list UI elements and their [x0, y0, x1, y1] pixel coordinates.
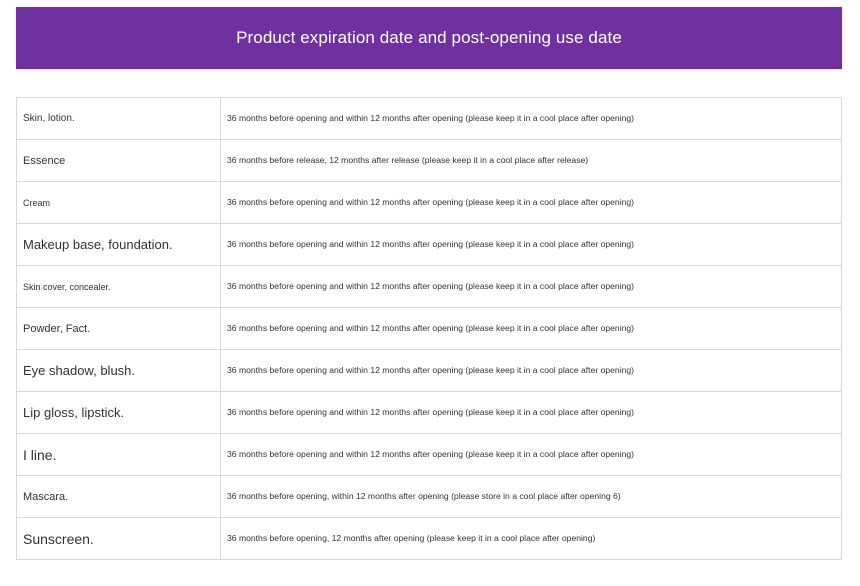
description-text: 36 months before opening and within 12 m… — [227, 197, 635, 207]
category-cell: Makeup base, foundation. — [16, 223, 221, 266]
description-cell: 36 months before opening and within 12 m… — [220, 433, 842, 476]
table-row: Skin, lotion. 36 months before opening a… — [16, 97, 842, 140]
description-cell: 36 months before opening, within 12 mont… — [220, 475, 842, 518]
table-row: Cream 36 months before opening and withi… — [16, 181, 842, 224]
category-cell: Eye shadow, blush. — [16, 349, 221, 392]
description-cell: 36 months before opening and within 12 m… — [220, 223, 842, 266]
description-text: 36 months before opening and within 12 m… — [227, 365, 635, 375]
table-row: Eye shadow, blush. 36 months before open… — [16, 349, 842, 392]
description-text: 36 months before opening, within 12 mont… — [227, 491, 621, 501]
category-cell: Powder, Fact. — [16, 307, 221, 350]
expiration-table-container: Skin, lotion. 36 months before opening a… — [16, 97, 842, 560]
table-row: Makeup base, foundation. 36 months befor… — [16, 223, 842, 266]
description-text: 36 months before opening and within 12 m… — [227, 281, 635, 291]
category-cell: Essence — [16, 139, 221, 182]
description-cell: 36 months before opening and within 12 m… — [220, 97, 842, 140]
category-cell: Skin cover, concealer. — [16, 265, 221, 308]
description-text: 36 months before opening and within 12 m… — [227, 407, 635, 417]
expiration-table: Skin, lotion. 36 months before opening a… — [16, 97, 842, 560]
table-row: Essence 36 months before release, 12 mon… — [16, 139, 842, 182]
description-text: 36 months before opening, 12 months afte… — [227, 533, 596, 543]
description-cell: 36 months before opening and within 12 m… — [220, 391, 842, 434]
table-row: Sunscreen. 36 months before opening, 12 … — [16, 517, 842, 560]
category-cell: Sunscreen. — [16, 517, 221, 560]
category-cell: Lip gloss, lipstick. — [16, 391, 221, 434]
description-cell: 36 months before opening and within 12 m… — [220, 181, 842, 224]
category-cell: I line. — [16, 433, 221, 476]
table-row: Skin cover, concealer. 36 months before … — [16, 265, 842, 308]
description-cell: 36 months before opening and within 12 m… — [220, 349, 842, 392]
header-banner: Product expiration date and post-opening… — [16, 7, 842, 69]
description-cell: 36 months before opening, 12 months afte… — [220, 517, 842, 560]
category-cell: Mascara. — [16, 475, 221, 518]
description-text: 36 months before release, 12 months afte… — [227, 155, 589, 165]
description-cell: 36 months before opening and within 12 m… — [220, 307, 842, 350]
table-row: Powder, Fact. 36 months before opening a… — [16, 307, 842, 350]
description-cell: 36 months before opening and within 12 m… — [220, 265, 842, 308]
description-text: 36 months before opening and within 12 m… — [227, 323, 635, 333]
category-cell: Cream — [16, 181, 221, 224]
description-text: 36 months before opening and within 12 m… — [227, 449, 635, 459]
description-cell: 36 months before release, 12 months afte… — [220, 139, 842, 182]
description-text: 36 months before opening and within 12 m… — [227, 113, 635, 123]
category-cell: Skin, lotion. — [16, 97, 221, 140]
table-row: Mascara. 36 months before opening, withi… — [16, 475, 842, 518]
table-row: Lip gloss, lipstick. 36 months before op… — [16, 391, 842, 434]
page-title: Product expiration date and post-opening… — [236, 28, 622, 47]
table-row: I line. 36 months before opening and wit… — [16, 433, 842, 476]
description-text: 36 months before opening and within 12 m… — [227, 239, 635, 249]
